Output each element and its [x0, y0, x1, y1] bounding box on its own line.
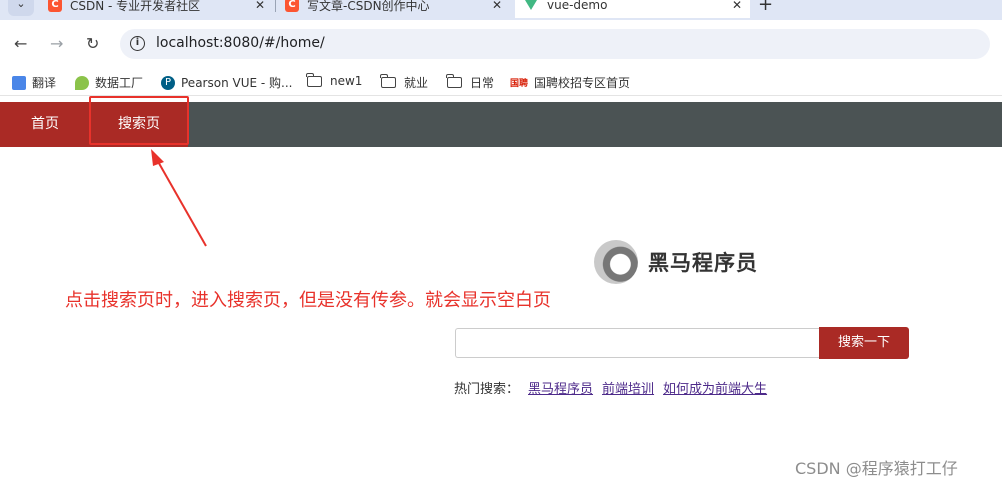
- annotation-note: 点击搜索页时，进入搜索页，但是没有传参。就会显示空白页: [65, 290, 551, 311]
- hot-link-become-frontend[interactable]: 如何成为前端大生: [663, 378, 767, 397]
- heima-horse-logo-icon: [594, 240, 638, 284]
- hot-search: 热门搜索： 黑马程序员 前端培训 如何成为前端大生: [454, 378, 767, 397]
- logo-text: 黑马程序员: [648, 251, 758, 275]
- search-input[interactable]: [455, 328, 820, 358]
- hot-link-heima[interactable]: 黑马程序员: [528, 378, 593, 397]
- hot-link-frontend-training[interactable]: 前端培训: [602, 378, 654, 397]
- hot-search-label: 热门搜索：: [454, 382, 520, 397]
- brand-logo: 黑马程序员: [594, 240, 758, 284]
- annotation-arrow-icon: [151, 149, 207, 247]
- csdn-watermark: CSDN @程序猿打工仔: [795, 459, 958, 478]
- search-button[interactable]: 搜索一下: [819, 327, 909, 359]
